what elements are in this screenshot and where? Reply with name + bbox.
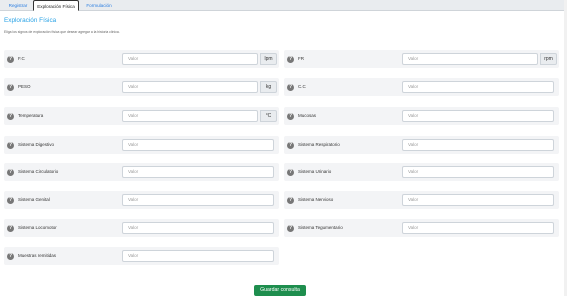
info-icon[interactable]: ?	[287, 196, 294, 204]
info-icon[interactable]: ?	[7, 141, 14, 149]
field-sistema-circulatorio: ? Sistema Circulatorio Valor	[4, 163, 279, 181]
save-consultation-button[interactable]: Guardar consulta	[254, 285, 306, 296]
field-label: FR	[298, 56, 304, 61]
field-label: Sistema Circulatorio	[18, 169, 59, 174]
field-label: Sistema Locomotor	[18, 225, 57, 230]
circulatorio-input[interactable]: Valor	[122, 166, 274, 178]
field-cc: ? C.C Valor	[284, 78, 559, 96]
field-sistema-urinario: ? Sistema Urinario Valor	[284, 163, 559, 181]
mucosas-input[interactable]: Valor	[402, 110, 554, 122]
info-icon[interactable]: ?	[7, 252, 14, 260]
field-label: F.C	[18, 56, 25, 61]
field-sistema-digestivo: ? Sistema Digestivo Valor	[4, 136, 279, 154]
field-label: Sistema Genital	[18, 197, 50, 202]
unit-addon: rpm	[540, 53, 557, 65]
urinario-input[interactable]: Valor	[402, 166, 554, 178]
field-label: Sistema Nervioso	[298, 197, 334, 202]
info-icon[interactable]: ?	[287, 112, 294, 120]
tab-registrar[interactable]: Registrar	[6, 0, 30, 11]
field-sistema-locomotor: ? Sistema Locomotor Valor	[4, 219, 279, 237]
tab-exploracion-fisica[interactable]: Exploración Física	[33, 0, 79, 11]
digestivo-input[interactable]: Valor	[122, 139, 274, 151]
info-icon[interactable]: ?	[7, 112, 14, 120]
unit-addon: kg	[260, 81, 277, 93]
field-label: Sistema Respiratorio	[298, 142, 340, 147]
field-mucosas: ? Mucosas Valor	[284, 107, 559, 125]
info-icon[interactable]: ?	[7, 196, 14, 204]
respiratorio-input[interactable]: Valor	[402, 139, 554, 151]
field-sistema-genital: ? Sistema Genital Valor	[4, 191, 279, 209]
field-label: Sistema Urinario	[298, 169, 332, 174]
unit-addon: °C	[260, 110, 277, 122]
info-icon[interactable]: ?	[7, 168, 14, 176]
tegumentario-input[interactable]: Valor	[402, 222, 554, 234]
cc-input[interactable]: Valor	[402, 81, 554, 93]
field-peso: ? PESO Valor kg	[4, 78, 279, 96]
temperatura-input[interactable]: Valor	[122, 110, 258, 122]
info-icon[interactable]: ?	[287, 168, 294, 176]
nervioso-input[interactable]: Valor	[402, 194, 554, 206]
info-icon[interactable]: ?	[287, 55, 294, 63]
field-label: Sistema Tegumentario	[298, 225, 343, 230]
field-muestras-remitidas: ? Muestras remitidas Valor	[4, 247, 279, 265]
field-sistema-nervioso: ? Sistema Nervioso Valor	[284, 191, 559, 209]
field-fc: ? F.C Valor lpm	[4, 50, 279, 68]
info-icon[interactable]: ?	[287, 141, 294, 149]
field-label: C.C	[298, 84, 306, 89]
info-icon[interactable]: ?	[287, 83, 294, 91]
field-label: Muestras remitidas	[18, 253, 57, 258]
tab-bar: Registrar Exploración Física Formulación	[0, 0, 567, 11]
fr-input[interactable]: Valor	[402, 53, 538, 65]
field-label: Temperatura	[18, 113, 44, 118]
section-subtitle: Eliga los signos de exploración física q…	[4, 30, 120, 34]
info-icon[interactable]: ?	[7, 224, 14, 232]
field-label: PESO	[18, 84, 31, 89]
info-icon[interactable]: ?	[7, 83, 14, 91]
field-label: Mucosas	[298, 113, 317, 118]
info-icon[interactable]: ?	[287, 224, 294, 232]
genital-input[interactable]: Valor	[122, 194, 274, 206]
field-label: Sistema Digestivo	[18, 142, 55, 147]
muestras-input[interactable]: Valor	[122, 250, 274, 262]
field-temperatura: ? Temperatura Valor °C	[4, 107, 279, 125]
field-sistema-respiratorio: ? Sistema Respiratorio Valor	[284, 136, 559, 154]
field-sistema-tegumentario: ? Sistema Tegumentario Valor	[284, 219, 559, 237]
info-icon[interactable]: ?	[7, 55, 14, 63]
fc-input[interactable]: Valor	[122, 53, 258, 65]
peso-input[interactable]: Valor	[122, 81, 258, 93]
tab-formulacion[interactable]: Formulación	[83, 0, 115, 11]
unit-addon: lpm	[260, 53, 277, 65]
field-fr: ? FR Valor rpm	[284, 50, 559, 68]
section-title: Exploración Física	[4, 17, 57, 24]
locomotor-input[interactable]: Valor	[122, 222, 274, 234]
